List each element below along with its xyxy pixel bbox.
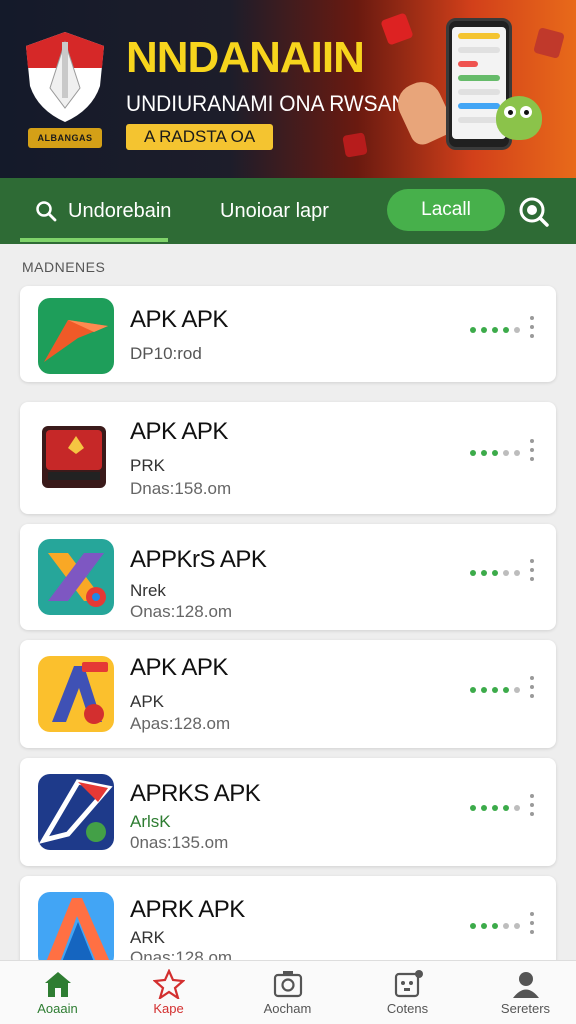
user-icon: [512, 972, 539, 998]
nav-label: Aocham: [263, 1001, 312, 1016]
nav-label: Cotens: [386, 1001, 429, 1016]
nav-tabs: Undorebain Unoioar lapr Lacall: [0, 178, 576, 244]
more-options-icon[interactable]: [530, 794, 536, 816]
app-type: Nrek: [130, 581, 166, 600]
active-tab-indicator: [20, 238, 168, 242]
app-card[interactable]: APPKrS APK Nrek Onas:128.om: [20, 524, 556, 630]
more-options-icon[interactable]: [530, 439, 536, 461]
nav-item-contacts[interactable]: Cotens: [350, 961, 465, 1024]
app-name: APRKS APK: [130, 780, 261, 807]
nav-item-profile[interactable]: Sereters: [468, 961, 576, 1024]
tab-search[interactable]: Undorebain: [34, 178, 171, 244]
app-name: APK APK: [130, 418, 228, 445]
star-icon: [152, 969, 185, 999]
app-name: APK APK: [130, 654, 228, 681]
app-type: ARK: [130, 928, 165, 947]
more-options-icon[interactable]: [530, 912, 536, 934]
app-size: DP10:rod: [130, 344, 202, 363]
letter-a-app-icon: [38, 656, 114, 732]
rating-dots: [470, 450, 520, 456]
search-icon: [36, 201, 57, 222]
section-label: MADNENES: [22, 259, 106, 275]
app-size: Dnas:158.om: [130, 479, 232, 498]
more-options-icon[interactable]: [530, 316, 536, 338]
gift-box-icon: [342, 132, 368, 158]
nav-label: Kape: [153, 1001, 184, 1016]
gift-box-icon: [380, 12, 414, 46]
promo-banner[interactable]: ALBANGAS NNDANAIIN UNDIURANAMI ONA RWSAN…: [0, 0, 576, 178]
app-size: Onas:128.om: [130, 602, 233, 621]
tab-second-label: Unoioar lapr: [220, 199, 329, 222]
app-type: PRK: [130, 456, 165, 475]
rating-dots: [470, 923, 520, 929]
x-cross-app-icon: [38, 539, 114, 615]
home-icon: [44, 972, 71, 997]
app-card[interactable]: APK APK PRK Dnas:158.om: [20, 402, 556, 514]
banner-title: NNDANAIIN: [126, 33, 365, 82]
rating-dots: [470, 687, 520, 693]
contacts-icon: [394, 970, 423, 998]
rating-dots: [470, 805, 520, 811]
camera-icon: [273, 971, 302, 998]
banner-badge: ALBANGAS: [28, 128, 102, 148]
local-pill-button[interactable]: Lacall: [387, 189, 505, 231]
banner-subtitle: UNDIURANAMI ONA RWSAN: [126, 91, 407, 116]
nav-item-star[interactable]: Kape: [111, 961, 226, 1024]
app-card[interactable]: APK APK DP10:rod: [20, 286, 556, 382]
scan-search-icon[interactable]: [516, 194, 550, 228]
shield-logo-icon: [26, 32, 104, 122]
app-size: Apas:128.om: [130, 714, 231, 733]
red-cube-app-icon: [38, 418, 114, 494]
bottom-navigation: Aoaain Kape Aocham Cotens Sereters: [0, 960, 576, 1024]
nav-item-camera[interactable]: Aocham: [230, 961, 345, 1024]
banner-cta-button[interactable]: A RADSTA OA: [126, 124, 274, 150]
app-card[interactable]: APRK APK ARK Onas:128.om: [20, 876, 556, 972]
app-card[interactable]: APRKS APK ArlsK 0nas:135.om: [20, 758, 556, 866]
orange-a-app-icon: [38, 892, 114, 968]
app-name: APK APK: [130, 306, 228, 333]
nav-label: Sereters: [500, 1001, 551, 1016]
app-type: APK: [130, 692, 165, 711]
rating-dots: [470, 570, 520, 576]
app-name: APRK APK: [130, 896, 245, 923]
nav-label: Aoaain: [37, 1001, 78, 1016]
app-name: APPKrS APK: [130, 546, 267, 573]
more-options-icon[interactable]: [530, 676, 536, 698]
app-type: ArlsK: [130, 812, 171, 831]
tab-search-label: Undorebain: [68, 199, 172, 222]
blue-arrow-app-icon: [38, 774, 114, 850]
app-size: 0nas:135.om: [130, 833, 229, 852]
tab-second[interactable]: Unoioar lapr: [220, 178, 329, 244]
mascot-illustration: [496, 96, 542, 140]
nav-item-home[interactable]: Aoaain: [0, 961, 115, 1024]
arrow-app-icon: [38, 298, 114, 374]
more-options-icon[interactable]: [530, 559, 536, 581]
rating-dots: [470, 327, 520, 333]
app-card[interactable]: APK APK APK Apas:128.om: [20, 640, 556, 748]
gift-box-icon: [533, 27, 565, 59]
